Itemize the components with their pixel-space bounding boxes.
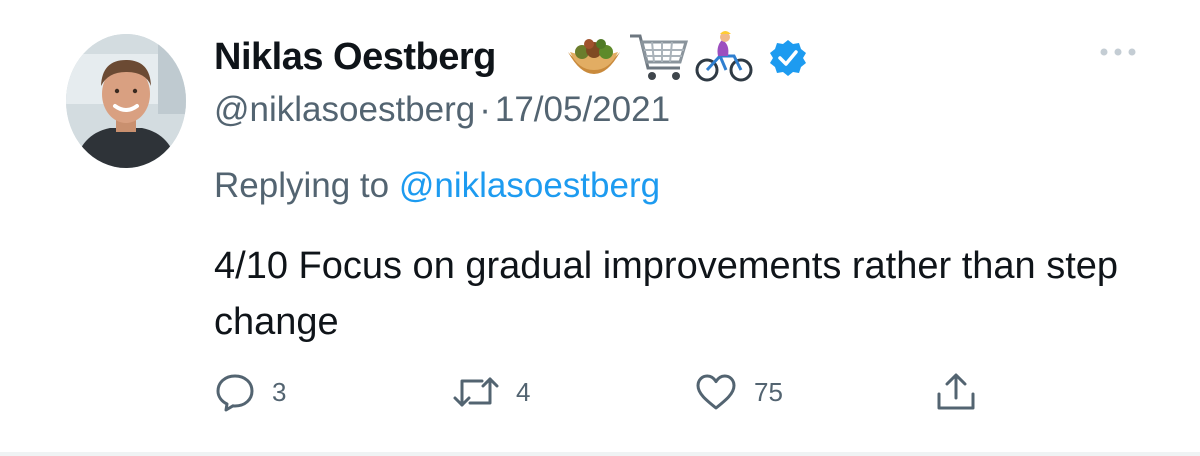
meta-separator: · <box>479 90 491 129</box>
retweet-count: 4 <box>516 376 531 407</box>
reply-count: 3 <box>272 376 287 407</box>
share-icon <box>934 370 978 414</box>
author-handle[interactable]: @niklasoestberg <box>214 90 475 129</box>
shopping-cart-icon <box>628 30 690 84</box>
reply-icon <box>214 371 256 413</box>
woman-biking-icon <box>694 30 754 84</box>
tweet-meta: @niklasoestberg · 17/05/2021 <box>214 90 670 130</box>
tweet-text: 4/10 Focus on gradual improvements rathe… <box>214 245 1119 343</box>
replying-mention-link[interactable]: @niklasoestberg <box>399 166 660 205</box>
like-count: 75 <box>754 376 783 407</box>
verified-badge-icon <box>768 38 808 83</box>
replying-prefix: Replying to <box>214 166 390 205</box>
falafel-icon <box>564 30 624 82</box>
retweet-icon <box>452 371 500 413</box>
share-button[interactable] <box>934 370 978 414</box>
avatar[interactable] <box>66 34 186 168</box>
display-name[interactable]: Niklas Oestberg <box>214 36 496 79</box>
replying-to-line: Replying to @niklasoestberg <box>214 166 660 206</box>
retweet-button[interactable]: 4 <box>452 370 530 414</box>
reply-button[interactable]: 3 <box>214 370 286 414</box>
tweet-date[interactable]: 17/05/2021 <box>495 90 670 129</box>
like-button[interactable]: 75 <box>694 370 783 414</box>
heart-icon <box>694 371 738 413</box>
tweet-card[interactable]: Niklas Oestberg @niklasoestberg · 17/05/… <box>0 0 1200 456</box>
more-options-icon[interactable] <box>1098 40 1138 69</box>
divider <box>0 452 1200 456</box>
